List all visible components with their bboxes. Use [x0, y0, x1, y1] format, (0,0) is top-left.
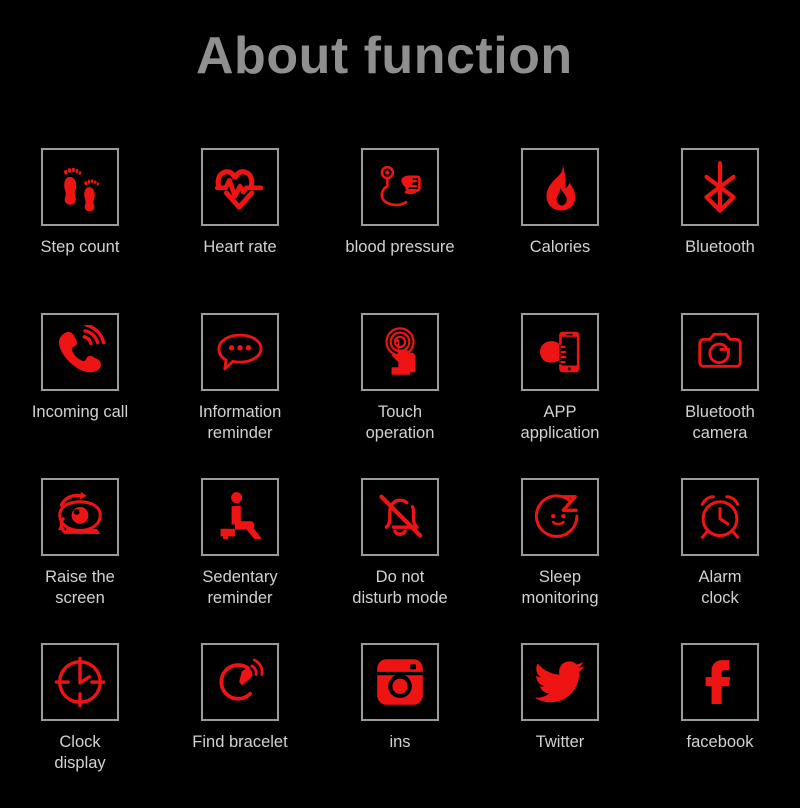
raise-eye-icon — [58, 491, 102, 534]
function-grid: Step count Heart rate blood pressure Cal… — [0, 148, 800, 808]
grid-item-label: Incoming call — [31, 403, 129, 421]
grid-item[interactable]: Find bracelet — [160, 643, 320, 808]
camera-icon — [698, 332, 742, 368]
grid-item[interactable]: ins — [320, 643, 480, 808]
icon-box[interactable] — [41, 643, 119, 721]
grid-item[interactable]: Step count — [0, 148, 160, 313]
icon-box[interactable] — [361, 643, 439, 721]
flame-icon — [546, 163, 576, 211]
grid-item-label: Alarm clock — [698, 568, 742, 607]
grid-item-label: Twitter — [535, 733, 585, 751]
grid-item-label: Sedentary reminder — [202, 568, 278, 607]
chat-bubble-icon — [217, 333, 263, 371]
icon-box[interactable] — [681, 148, 759, 226]
blood-pressure-icon — [380, 165, 421, 207]
grid-item-label: Clock display — [54, 733, 106, 772]
about-function-page: About function Step count Heart rate blo… — [0, 0, 800, 800]
twitter-bird-icon — [534, 661, 585, 703]
grid-item-label: blood pressure — [345, 238, 455, 256]
grid-item-label: Information reminder — [198, 403, 282, 442]
grid-item[interactable]: Sleep monitoring — [480, 478, 640, 643]
icon-box[interactable] — [521, 478, 599, 556]
grid-item[interactable]: Information reminder — [160, 313, 320, 478]
grid-item-label: Find bracelet — [192, 733, 288, 751]
icon-box[interactable] — [681, 643, 759, 721]
footprints-icon — [64, 167, 100, 212]
grid-item-label: Bluetooth camera — [685, 403, 755, 442]
grid-item-label: Step count — [40, 238, 120, 256]
icon-box[interactable] — [41, 313, 119, 391]
icon-box[interactable] — [201, 643, 279, 721]
icon-box[interactable] — [681, 313, 759, 391]
grid-item-label: Touch operation — [365, 403, 435, 442]
icon-box[interactable] — [361, 148, 439, 226]
touch-hand-icon — [385, 327, 416, 375]
sleep-face-icon — [534, 494, 579, 538]
grid-item-label: ins — [389, 733, 411, 751]
icon-box[interactable] — [681, 478, 759, 556]
grid-item[interactable]: Raise the screen — [0, 478, 160, 643]
grid-item-label: facebook — [686, 733, 754, 751]
grid-item[interactable]: APP application — [480, 313, 640, 478]
hand-phone-icon — [539, 331, 580, 373]
grid-item-label: Raise the screen — [45, 568, 115, 607]
icon-box[interactable] — [201, 478, 279, 556]
grid-item[interactable]: Touch operation — [320, 313, 480, 478]
bracelet-signal-icon — [219, 658, 264, 701]
grid-item-label: APP application — [520, 403, 600, 442]
heart-pulse-icon — [214, 169, 264, 210]
grid-item[interactable]: facebook — [640, 643, 800, 808]
page-title: About function — [196, 27, 573, 85]
phone-ringing-icon — [58, 325, 106, 373]
grid-item-label: Heart rate — [203, 238, 277, 256]
grid-item-label: Sleep monitoring — [521, 568, 599, 607]
grid-item-label: Calories — [529, 238, 591, 256]
icon-box[interactable] — [521, 643, 599, 721]
icon-box[interactable] — [41, 148, 119, 226]
seated-person-icon — [220, 492, 262, 539]
grid-item-label: Do not disturb mode — [352, 568, 448, 607]
grid-item[interactable]: Alarm clock — [640, 478, 800, 643]
icon-box[interactable] — [361, 313, 439, 391]
bell-muted-icon — [379, 494, 423, 538]
bluetooth-icon — [704, 161, 736, 213]
instagram-icon — [377, 659, 423, 705]
grid-item-label: Bluetooth — [685, 238, 755, 256]
clock-face-icon — [54, 656, 106, 708]
icon-box[interactable] — [201, 313, 279, 391]
icon-box[interactable] — [521, 313, 599, 391]
grid-item[interactable]: Do not disturb mode — [320, 478, 480, 643]
icon-box[interactable] — [521, 148, 599, 226]
grid-item[interactable]: Twitter — [480, 643, 640, 808]
icon-box[interactable] — [41, 478, 119, 556]
grid-item[interactable]: Bluetooth camera — [640, 313, 800, 478]
icon-box[interactable] — [201, 148, 279, 226]
grid-item[interactable]: Calories — [480, 148, 640, 313]
alarm-clock-icon — [700, 495, 740, 539]
grid-item[interactable]: Incoming call — [0, 313, 160, 478]
icon-box[interactable] — [361, 478, 439, 556]
grid-item[interactable]: Bluetooth — [640, 148, 800, 313]
grid-item[interactable]: Heart rate — [160, 148, 320, 313]
grid-item[interactable]: Sedentary reminder — [160, 478, 320, 643]
grid-item[interactable]: blood pressure — [320, 148, 480, 313]
facebook-f-icon — [705, 660, 731, 704]
grid-item[interactable]: Clock display — [0, 643, 160, 808]
